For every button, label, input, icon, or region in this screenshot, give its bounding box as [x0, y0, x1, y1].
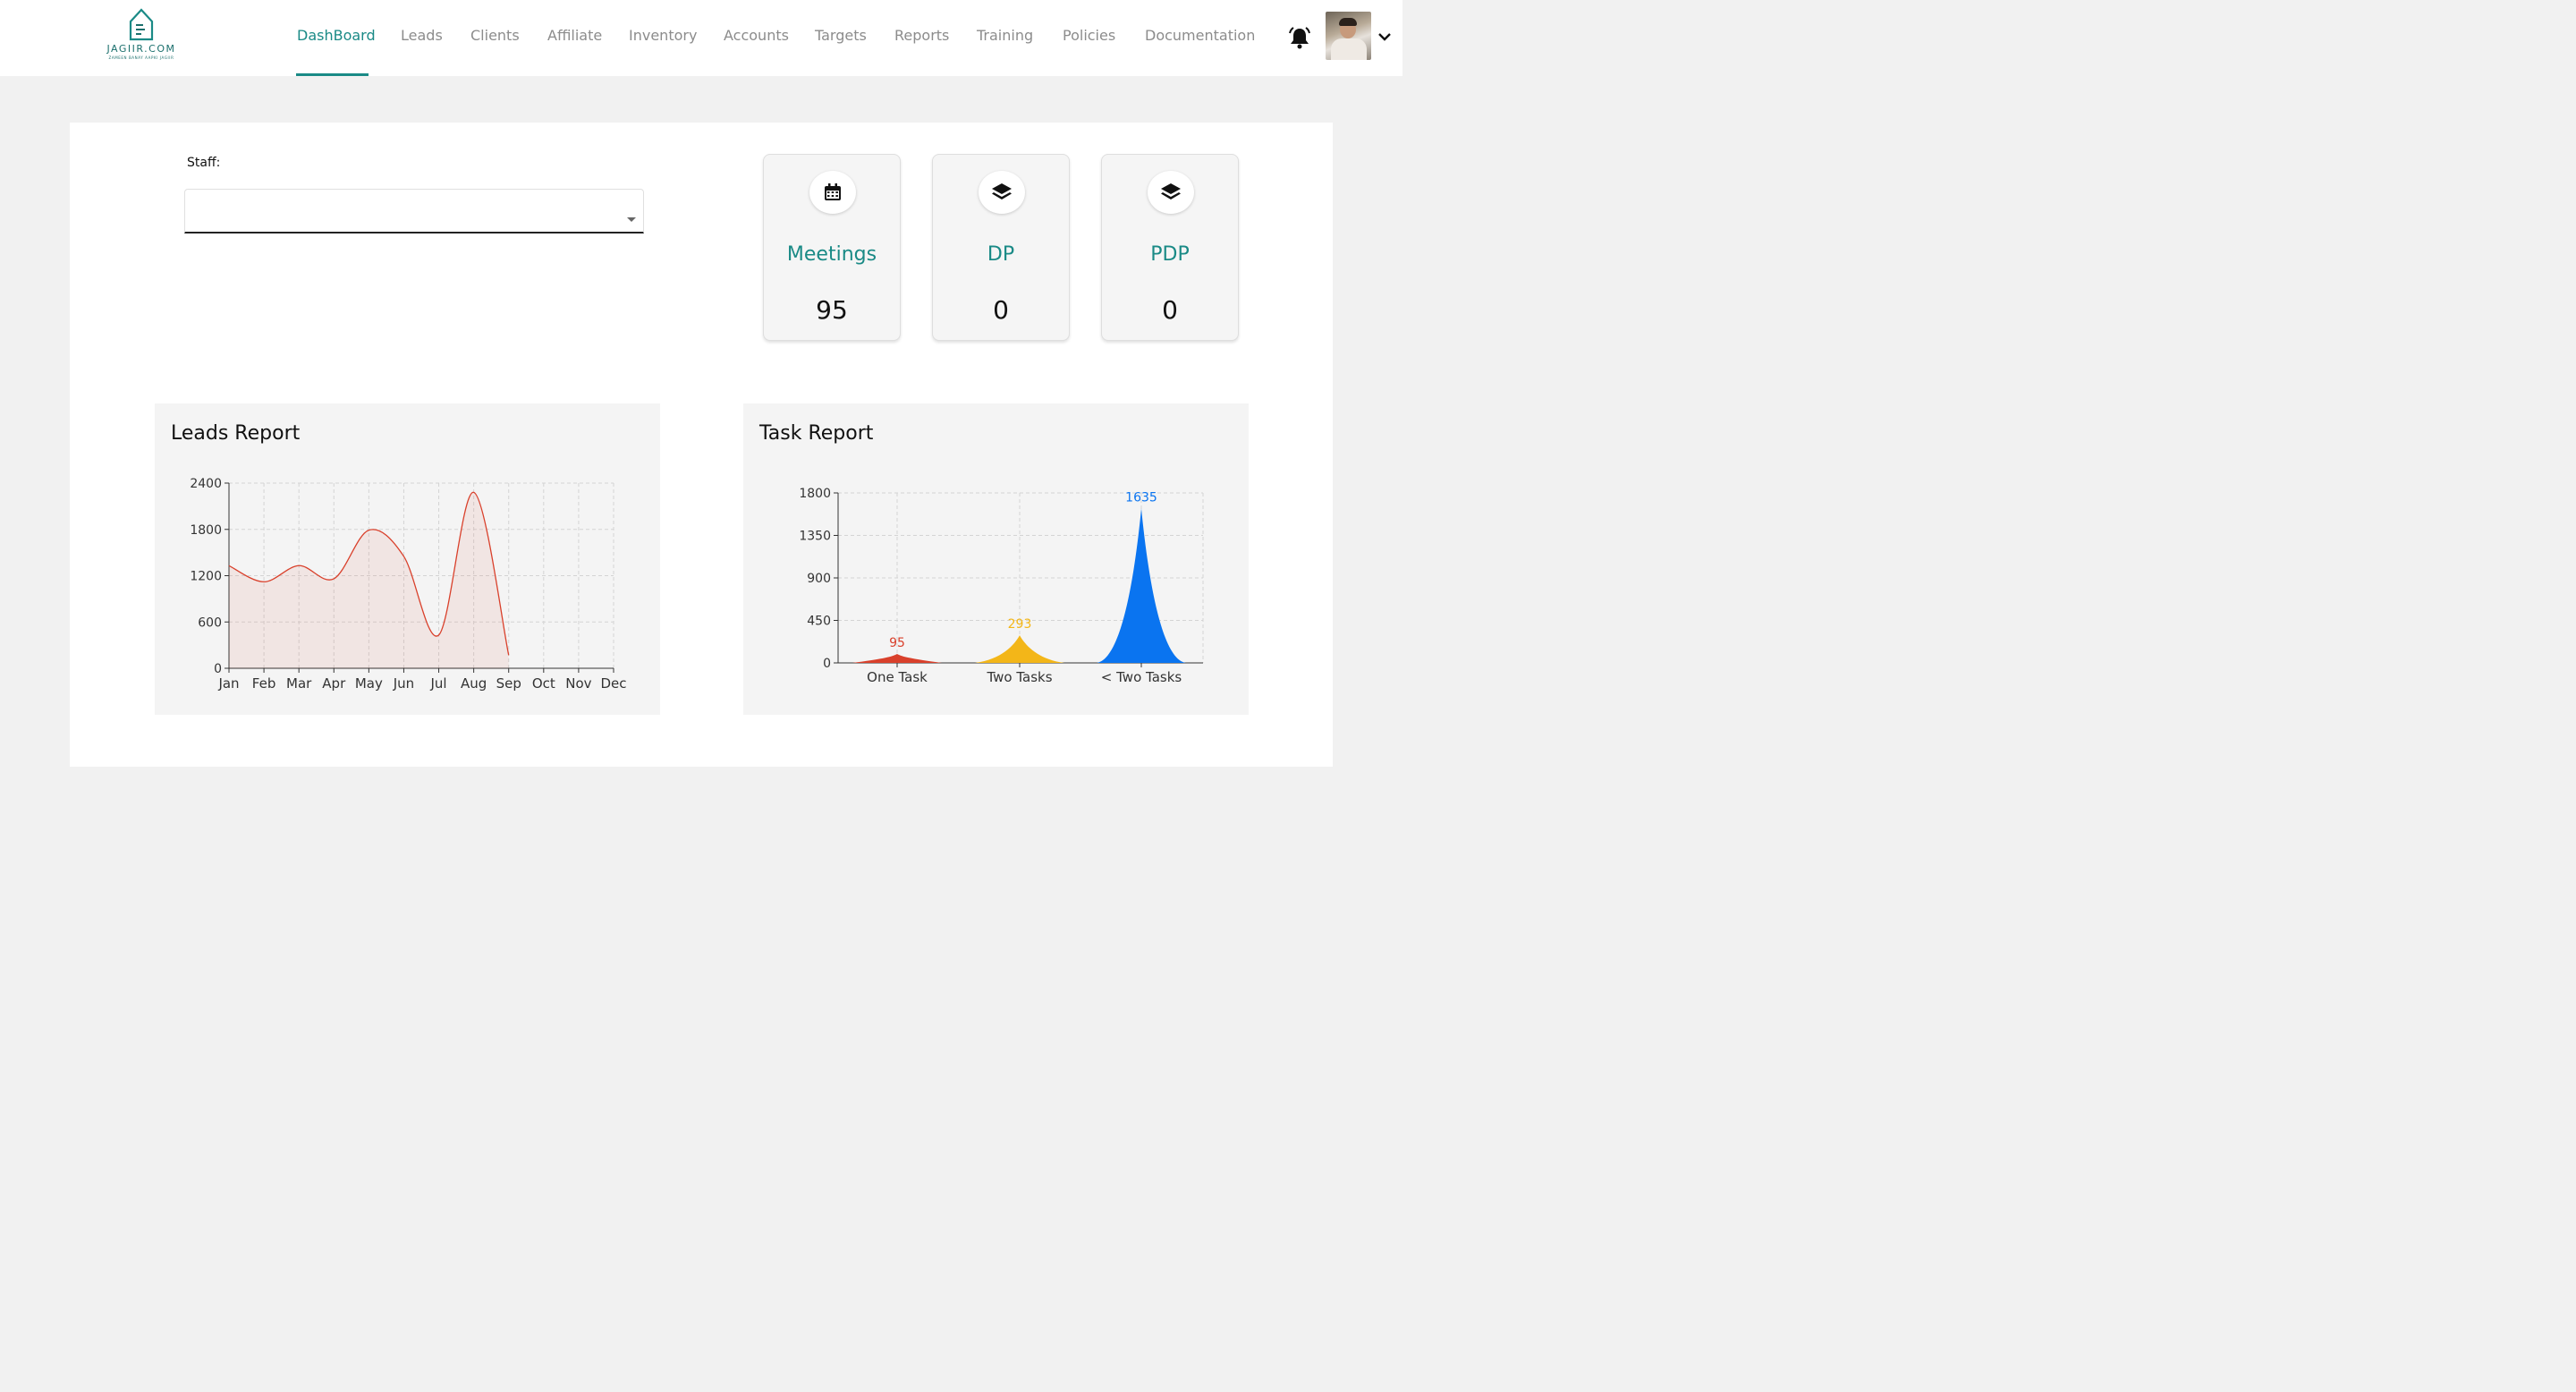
- nav-inventory[interactable]: Inventory: [629, 27, 697, 44]
- x-tick-label: Oct: [532, 675, 555, 692]
- y-tick-label: 1350: [799, 530, 831, 544]
- brand-logo[interactable]: JAGIIR.COM ZAMEEN BANAY AAPKI JAGIIR: [100, 5, 182, 66]
- staff-select[interactable]: [184, 189, 644, 233]
- y-tick-label: 1800: [190, 523, 222, 538]
- nav-accounts[interactable]: Accounts: [724, 27, 789, 44]
- nav-training[interactable]: Training: [977, 27, 1033, 44]
- x-tick-label: One Task: [867, 669, 928, 685]
- task-report-chart: Task Report 0 450 900 1350 1800 One Task 95 Two…: [743, 403, 1249, 715]
- stat-value: 0: [993, 295, 1009, 325]
- stat-value: 95: [816, 295, 848, 325]
- x-tick-label: Nov: [565, 675, 591, 692]
- x-tick-label: Jun: [393, 675, 414, 692]
- task-peak-2: [975, 635, 1064, 663]
- y-tick-label: 1200: [190, 570, 222, 584]
- nav-policies[interactable]: Policies: [1063, 27, 1115, 44]
- calendar-icon: [825, 183, 841, 200]
- top-navigation-bar: JAGIIR.COM ZAMEEN BANAY AAPKI JAGIIR Das…: [0, 0, 1402, 76]
- x-tick-label: Sep: [496, 675, 521, 692]
- x-tick-label: Mar: [286, 675, 312, 692]
- stat-value: 0: [1162, 295, 1178, 325]
- stat-card-pdp: PDP 0: [1101, 154, 1239, 341]
- x-tick-label: < Two Tasks: [1101, 669, 1182, 685]
- bell-icon[interactable]: [1287, 26, 1312, 49]
- chevron-down-icon[interactable]: [1377, 30, 1392, 43]
- x-tick-label: Two Tasks: [986, 669, 1052, 685]
- x-tick-label: May: [355, 675, 383, 692]
- dropdown-caret-icon: [627, 217, 636, 222]
- data-label: 1635: [1125, 490, 1157, 505]
- leads-report-chart: Leads Report 0 600 1200 1800 2400 Jan Feb Mar Ap…: [155, 403, 660, 715]
- x-tick-label: Feb: [252, 675, 276, 692]
- brand-name: JAGIIR.COM: [106, 43, 176, 55]
- brand-tagline: ZAMEEN BANAY AAPKI JAGIIR: [108, 55, 174, 60]
- stat-card-meetings: Meetings 95: [763, 154, 901, 341]
- y-tick-label: 1800: [799, 487, 831, 501]
- x-tick-label: Jul: [429, 675, 446, 692]
- y-tick-label: 600: [198, 615, 222, 630]
- layers-icon: [992, 183, 1012, 199]
- nav-reports[interactable]: Reports: [894, 27, 949, 44]
- y-tick-label: 900: [807, 572, 831, 586]
- nav-active-indicator: [296, 73, 369, 76]
- nav-affiliate[interactable]: Affiliate: [547, 27, 602, 44]
- stat-title: DP: [987, 243, 1015, 266]
- staff-label: Staff:: [187, 156, 221, 170]
- stat-title: Meetings: [786, 243, 877, 266]
- nav-documentation[interactable]: Documentation: [1145, 27, 1255, 44]
- task-peak-3: [1097, 508, 1186, 663]
- nav-clients[interactable]: Clients: [470, 27, 520, 44]
- stat-card-dp: DP 0: [932, 154, 1070, 341]
- y-tick-label: 2400: [190, 477, 222, 491]
- y-tick-label: 450: [807, 615, 831, 629]
- data-label: 95: [889, 636, 905, 650]
- x-tick-label: Apr: [322, 675, 346, 692]
- nav-targets[interactable]: Targets: [815, 27, 867, 44]
- x-tick-label: Jan: [217, 675, 239, 692]
- leads-report-svg: 0 600 1200 1800 2400 Jan Feb Mar Apr May Jun Jul Aug…: [190, 477, 626, 692]
- layers-icon: [1161, 183, 1181, 199]
- stat-title: PDP: [1150, 243, 1190, 266]
- house-logo-icon: [129, 8, 154, 41]
- x-tick-label: Dec: [600, 675, 626, 692]
- nav-dashboard[interactable]: DashBoard: [297, 27, 376, 44]
- task-report-svg: 0 450 900 1350 1800 One Task 95 Two Tasks 293 < T…: [799, 487, 1204, 685]
- y-tick-label: 0: [214, 662, 222, 676]
- task-peak-1: [852, 653, 942, 663]
- y-tick-label: 0: [823, 657, 831, 671]
- user-avatar[interactable]: [1326, 12, 1371, 60]
- data-label: 293: [1008, 617, 1032, 632]
- x-tick-label: Aug: [461, 675, 487, 692]
- nav-leads[interactable]: Leads: [401, 27, 443, 44]
